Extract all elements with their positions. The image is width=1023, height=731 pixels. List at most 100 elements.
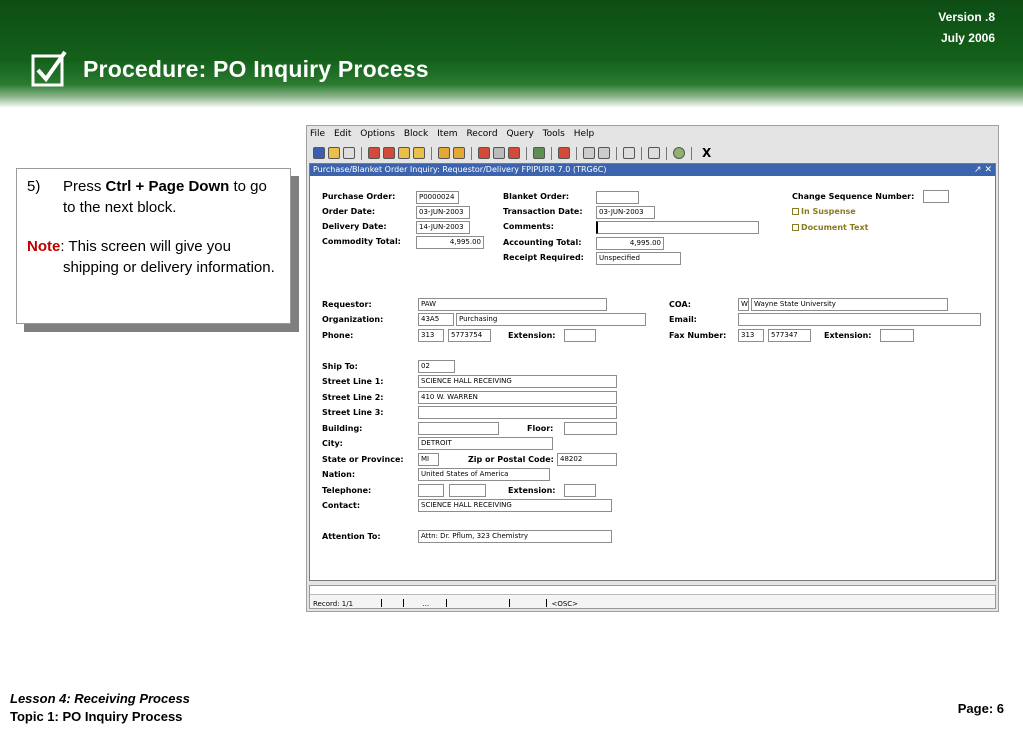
toolbar-separator xyxy=(641,146,642,160)
status-list-indicator: ... xyxy=(422,600,430,608)
street-line-3-field[interactable] xyxy=(418,406,617,419)
state-field[interactable]: MI xyxy=(418,453,439,466)
menu-query[interactable]: Query xyxy=(506,129,533,139)
toolbar-separator xyxy=(471,146,472,160)
coa-name-field[interactable]: Wayne State University xyxy=(751,298,948,311)
fax-number-field[interactable]: 577347 xyxy=(768,329,811,342)
ship-to-field[interactable]: 02 xyxy=(418,360,455,373)
in-suspense-checkbox[interactable]: In Suspense xyxy=(792,207,856,216)
extension-field[interactable] xyxy=(564,329,596,342)
help-icon[interactable] xyxy=(673,147,685,159)
extension-label: Extension: xyxy=(508,331,556,340)
menu-item[interactable]: Item xyxy=(437,129,458,139)
rollback-icon[interactable] xyxy=(328,147,340,159)
commodity-total-field[interactable]: 4,995.00 xyxy=(416,236,484,249)
street-line-1-field[interactable]: SCIENCE HALL RECEIVING xyxy=(418,375,617,388)
version-label: Version .8 xyxy=(938,10,995,24)
toolbar-separator xyxy=(361,146,362,160)
online-help-icon[interactable] xyxy=(623,147,635,159)
execute-query-icon[interactable] xyxy=(453,147,465,159)
note: Note: This screen will give you shipping… xyxy=(27,236,280,278)
order-date-label: Order Date: xyxy=(322,207,376,216)
blanket-order-field[interactable] xyxy=(596,191,639,204)
telephone-number-field[interactable] xyxy=(449,484,486,497)
status-mode: <OSC> xyxy=(551,600,579,608)
checkbox-icon xyxy=(792,224,799,231)
print-icon[interactable] xyxy=(343,147,355,159)
floor-field[interactable] xyxy=(564,422,617,435)
enter-query-icon[interactable] xyxy=(438,147,450,159)
note-text: : This screen will give you shipping or … xyxy=(60,238,275,276)
delivery-date-field[interactable]: 14-JUN-2003 xyxy=(416,221,470,234)
floor-label: Floor: xyxy=(527,424,554,433)
status-bar: Record: 1/1 ... <OSC> xyxy=(309,585,996,609)
accounting-total-label: Accounting Total: xyxy=(503,238,582,247)
page-number: Page: 6 xyxy=(957,701,1004,716)
transaction-date-field[interactable]: 03-JUN-2003 xyxy=(596,206,655,219)
record-count: Record: 1/1 xyxy=(313,600,354,608)
version-date: July 2006 xyxy=(940,31,995,45)
requestor-field[interactable]: PAW xyxy=(418,298,607,311)
receipt-required-field[interactable]: Unspecified xyxy=(596,252,681,265)
exit-button[interactable]: X xyxy=(702,146,711,160)
resize-icon[interactable] xyxy=(648,147,660,159)
attention-to-field[interactable]: Attn: Dr. Pflum, 323 Chemistry xyxy=(418,530,612,543)
next-block-icon[interactable] xyxy=(383,147,395,159)
fax-area-field[interactable]: 313 xyxy=(738,329,764,342)
version-info: Version .8 July 2006 xyxy=(938,7,995,49)
menu-tools[interactable]: Tools xyxy=(543,129,565,139)
coa-code-field[interactable]: W xyxy=(738,298,749,311)
previous-block-icon[interactable] xyxy=(368,147,380,159)
menu-block[interactable]: Block xyxy=(404,129,428,139)
order-date-field[interactable]: 03-JUN-2003 xyxy=(416,206,470,219)
nation-field[interactable]: United States of America xyxy=(418,468,550,481)
window-controls[interactable]: ↗ ✕ xyxy=(974,164,992,176)
purchase-order-label: Purchase Order: xyxy=(322,192,396,201)
menu-options[interactable]: Options xyxy=(360,129,395,139)
telephone-label: Telephone: xyxy=(322,486,372,495)
phone-number-field[interactable]: 5773754 xyxy=(448,329,491,342)
form-title: Purchase/Blanket Order Inquiry: Requesto… xyxy=(313,165,607,174)
toolbar-separator xyxy=(551,146,552,160)
extract-icon[interactable] xyxy=(583,147,595,159)
options-icon[interactable] xyxy=(533,147,545,159)
blanket-order-label: Blanket Order: xyxy=(503,192,570,201)
step-text-pre: Press xyxy=(63,178,106,195)
building-field[interactable] xyxy=(418,422,499,435)
organization-name-field[interactable]: Purchasing xyxy=(456,313,646,326)
menu-edit[interactable]: Edit xyxy=(334,129,351,139)
next-record-icon[interactable] xyxy=(413,147,425,159)
telephone-area-field[interactable] xyxy=(418,484,444,497)
insert-record-icon[interactable] xyxy=(478,147,490,159)
city-field[interactable]: DETROIT xyxy=(418,437,553,450)
document-text-label: Document Text xyxy=(801,223,869,232)
instruction-callout: 5) Press Ctrl + Page Down to go to the n… xyxy=(16,168,291,324)
contact-field[interactable]: SCIENCE HALL RECEIVING xyxy=(418,499,612,512)
street-line-2-field[interactable]: 410 W. WARREN xyxy=(418,391,617,404)
lesson-title: Lesson 4: Receiving Process xyxy=(10,691,190,706)
purchase-order-field[interactable]: P0000024 xyxy=(416,191,459,204)
extract-all-icon[interactable] xyxy=(598,147,610,159)
banner-app-window: File Edit Options Block Item Record Quer… xyxy=(306,125,999,612)
bookmark-icon[interactable] xyxy=(558,147,570,159)
save-icon[interactable] xyxy=(313,147,325,159)
phone-area-field[interactable]: 313 xyxy=(418,329,444,342)
comments-field[interactable] xyxy=(596,221,759,234)
menu-help[interactable]: Help xyxy=(574,129,595,139)
footer-lesson-info: Lesson 4: Receiving Process Topic 1: PO … xyxy=(10,690,190,726)
email-field[interactable] xyxy=(738,313,981,326)
document-text-checkbox[interactable]: Document Text xyxy=(792,223,868,232)
clear-record-icon[interactable] xyxy=(508,147,520,159)
accounting-total-field[interactable]: 4,995.00 xyxy=(596,237,664,250)
remove-record-icon[interactable] xyxy=(493,147,505,159)
in-suspense-label: In Suspense xyxy=(801,207,856,216)
zip-field[interactable]: 48202 xyxy=(557,453,617,466)
telephone-extension-field[interactable] xyxy=(564,484,596,497)
previous-record-icon[interactable] xyxy=(398,147,410,159)
organization-code-field[interactable]: 43A5 xyxy=(418,313,454,326)
menu-file[interactable]: File xyxy=(310,129,325,139)
fax-extension-field[interactable] xyxy=(880,329,914,342)
toolbar-separator xyxy=(616,146,617,160)
menu-record[interactable]: Record xyxy=(466,129,497,139)
change-sequence-field[interactable] xyxy=(923,190,949,203)
